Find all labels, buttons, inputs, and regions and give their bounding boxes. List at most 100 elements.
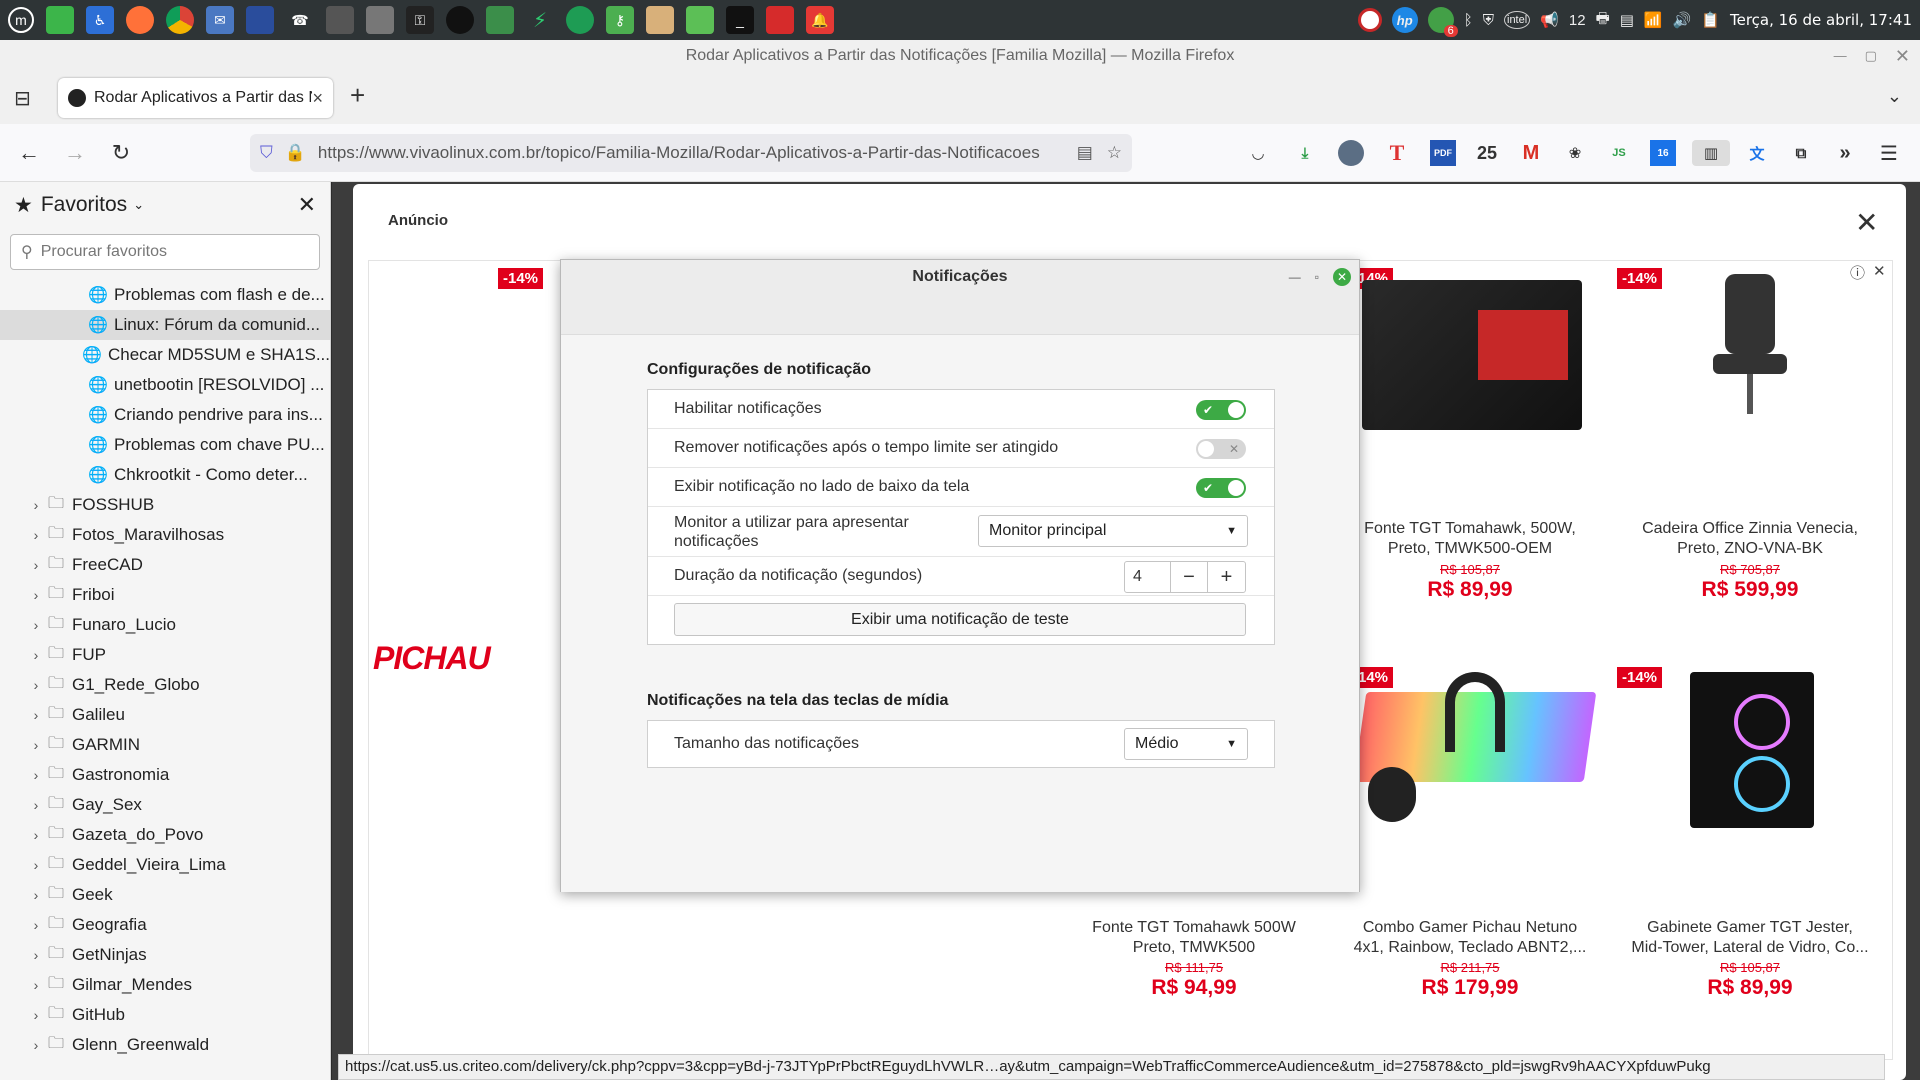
case-image[interactable] [1690,672,1814,828]
js-extension-icon[interactable]: JS [1606,140,1632,166]
clock-app-icon[interactable] [1357,8,1382,32]
notification-bell-icon[interactable]: 🔔 [806,6,834,34]
t-extension-icon[interactable]: T [1384,140,1410,166]
wifi-icon[interactable]: 📶 [1644,11,1663,29]
tab-active[interactable]: Rodar Aplicativos a Partir das Notificaç… [58,78,333,118]
chevron-down-icon[interactable]: ⌄ [133,197,144,213]
bookmark-folder[interactable]: › 🗀 FreeCAD [0,550,330,580]
hamburger-menu-icon[interactable]: ☰ [1876,140,1902,166]
archive-icon[interactable] [646,6,674,34]
bookmark-item[interactable]: 🌐 Criando pendrive para ins... [0,400,330,430]
mail-icon[interactable]: ✉ [206,6,234,34]
ad-close-icon[interactable]: ✕ [1855,206,1878,239]
folder-icon[interactable] [686,6,714,34]
dialog-minimize-icon[interactable]: — [1289,270,1301,284]
lock-icon[interactable]: 🔒 [285,143,306,163]
bookmark-item[interactable]: 🌐 Linux: Fórum da comunid... [0,310,330,340]
avatar-icon[interactable] [1338,140,1364,166]
calendar-icon[interactable]: 📋 [1701,11,1720,29]
new-tab-button[interactable]: + [350,80,365,111]
app-green-icon[interactable] [46,6,74,34]
terminal-icon[interactable]: _ [726,6,754,34]
printer-icon[interactable]: 🖶 [1596,8,1610,33]
gmail-icon[interactable]: M [1518,140,1544,166]
chevron-right-icon[interactable]: › [26,1037,46,1053]
ad-info-icon[interactable]: ⓘ [1850,262,1865,283]
bookmark-folder[interactable]: › 🗀 GitHub [0,1000,330,1030]
chevron-right-icon[interactable]: › [26,947,46,963]
megaphone-icon[interactable]: 📢 [1540,11,1559,29]
product-name[interactable]: Cadeira Office Zinnia Venecia, Preto, ZN… [1630,519,1870,559]
bookmark-folder[interactable]: › 🗀 Geografia [0,910,330,940]
back-button[interactable]: ← [14,138,44,168]
chevron-right-icon[interactable]: › [26,1007,46,1023]
chevron-right-icon[interactable]: › [26,497,46,513]
translate-icon[interactable]: 文 [1744,140,1770,166]
bookmark-search-input[interactable]: ⚲ Procurar favoritos [10,234,320,270]
bookmark-folder[interactable]: › 🗀 Gastronomia [0,760,330,790]
bookmark-folder[interactable]: › 🗀 Gazeta_do_Povo [0,820,330,850]
chair-image[interactable] [1705,274,1795,434]
download-icon[interactable]: ⤓ [1292,140,1318,166]
bottom-position-toggle[interactable]: ✔ [1196,478,1246,498]
sidebar-close-icon[interactable]: ✕ [298,192,316,218]
chevron-right-icon[interactable]: › [26,767,46,783]
product-name[interactable]: Fonte TGT Tomahawk 500W Preto, TMWK500 [1074,918,1314,958]
counter-extension-icon[interactable]: 25 [1474,140,1500,166]
reader-mode-icon[interactable]: ▤ [1077,143,1093,163]
chevron-right-icon[interactable]: › [26,557,46,573]
app-blue-icon[interactable] [246,6,274,34]
terminal-dark-icon[interactable] [446,6,474,34]
dialog-close-icon[interactable]: ✕ [1333,268,1351,286]
bluetooth-icon[interactable]: ᛒ [1464,12,1473,29]
bookmark-folder[interactable]: › 🗀 Geek [0,880,330,910]
test-notification-button[interactable]: Exibir uma notificação de teste [674,603,1246,636]
bookmark-folder[interactable]: › 🗀 Gilmar_Mendes [0,970,330,1000]
shield-icon[interactable]: ⛨ [1483,12,1494,29]
chevron-right-icon[interactable]: › [26,857,46,873]
bookmark-folder[interactable]: › 🗀 Funaro_Lucio [0,610,330,640]
minimize-icon[interactable]: — [1834,40,1847,72]
reload-button[interactable]: ↻ [106,138,136,168]
bookmark-folder[interactable]: › 🗀 Geddel_Vieira_Lima [0,850,330,880]
extensions-puzzle-icon[interactable]: ⧉ [1788,140,1814,166]
bookmark-item[interactable]: 🌐 Checar MD5SUM e SHA1S... [0,340,330,370]
bookmark-star-icon[interactable]: ☆ [1107,143,1122,163]
chevron-right-icon[interactable]: › [26,797,46,813]
url-text[interactable]: https://www.vivaolinux.com.br/topico/Fam… [318,143,1069,163]
chevron-right-icon[interactable]: › [26,527,46,543]
close-window-icon[interactable]: ✕ [1895,40,1910,72]
chrome-icon[interactable] [166,6,194,34]
bookmark-folder[interactable]: › 🗀 GARMIN [0,730,330,760]
pdf-extension-icon[interactable]: PDF [1430,140,1456,166]
bookmark-item[interactable]: 🌐 Chkrootkit - Como deter... [0,460,330,490]
calendar-extension-icon[interactable]: 16 [1650,140,1676,166]
pichau-logo[interactable]: PICHAU [373,640,491,677]
bookmark-folder[interactable]: › 🗀 G1_Rede_Globo [0,670,330,700]
chevron-right-icon[interactable]: › [26,977,46,993]
maximize-icon[interactable]: ▢ [1865,40,1877,72]
product-name[interactable]: Gabinete Gamer TGT Jester, Mid-Tower, La… [1630,918,1870,958]
combo-image[interactable] [1353,672,1597,822]
url-bar[interactable]: ⛉ 🔒 https://www.vivaolinux.com.br/topico… [250,134,1132,172]
forward-button[interactable]: → [60,138,90,168]
hp-icon[interactable]: hp [1391,7,1418,33]
chevron-right-icon[interactable]: › [26,887,46,903]
screenshot-icon[interactable] [766,6,794,34]
chevron-right-icon[interactable]: › [26,707,46,723]
bookmark-folder[interactable]: › 🗀 FOSSHUB [0,490,330,520]
chevron-right-icon[interactable]: › [26,677,46,693]
duration-value[interactable]: 4 [1125,562,1171,592]
monitor-select[interactable]: Monitor principal ▼ [978,515,1248,547]
overflow-menu-icon[interactable]: » [1832,140,1858,166]
product-name[interactable]: Combo Gamer Pichau Netuno 4x1, Rainbow, … [1350,918,1590,958]
bolt-icon[interactable]: ⚡ [526,6,554,34]
pocket-icon[interactable]: ◡ [1245,140,1271,166]
accessibility-icon[interactable]: ♿ [86,6,114,34]
clock[interactable]: Terça, 16 de abril, 17:41 [1730,11,1912,29]
chevron-right-icon[interactable]: › [26,587,46,603]
mint-menu-icon[interactable]: m [8,7,34,33]
bookmark-folder[interactable]: › 🗀 GetNinjas [0,940,330,970]
volume-icon[interactable]: 🔊 [1673,11,1692,29]
intel-icon[interactable]: intel [1504,11,1531,29]
